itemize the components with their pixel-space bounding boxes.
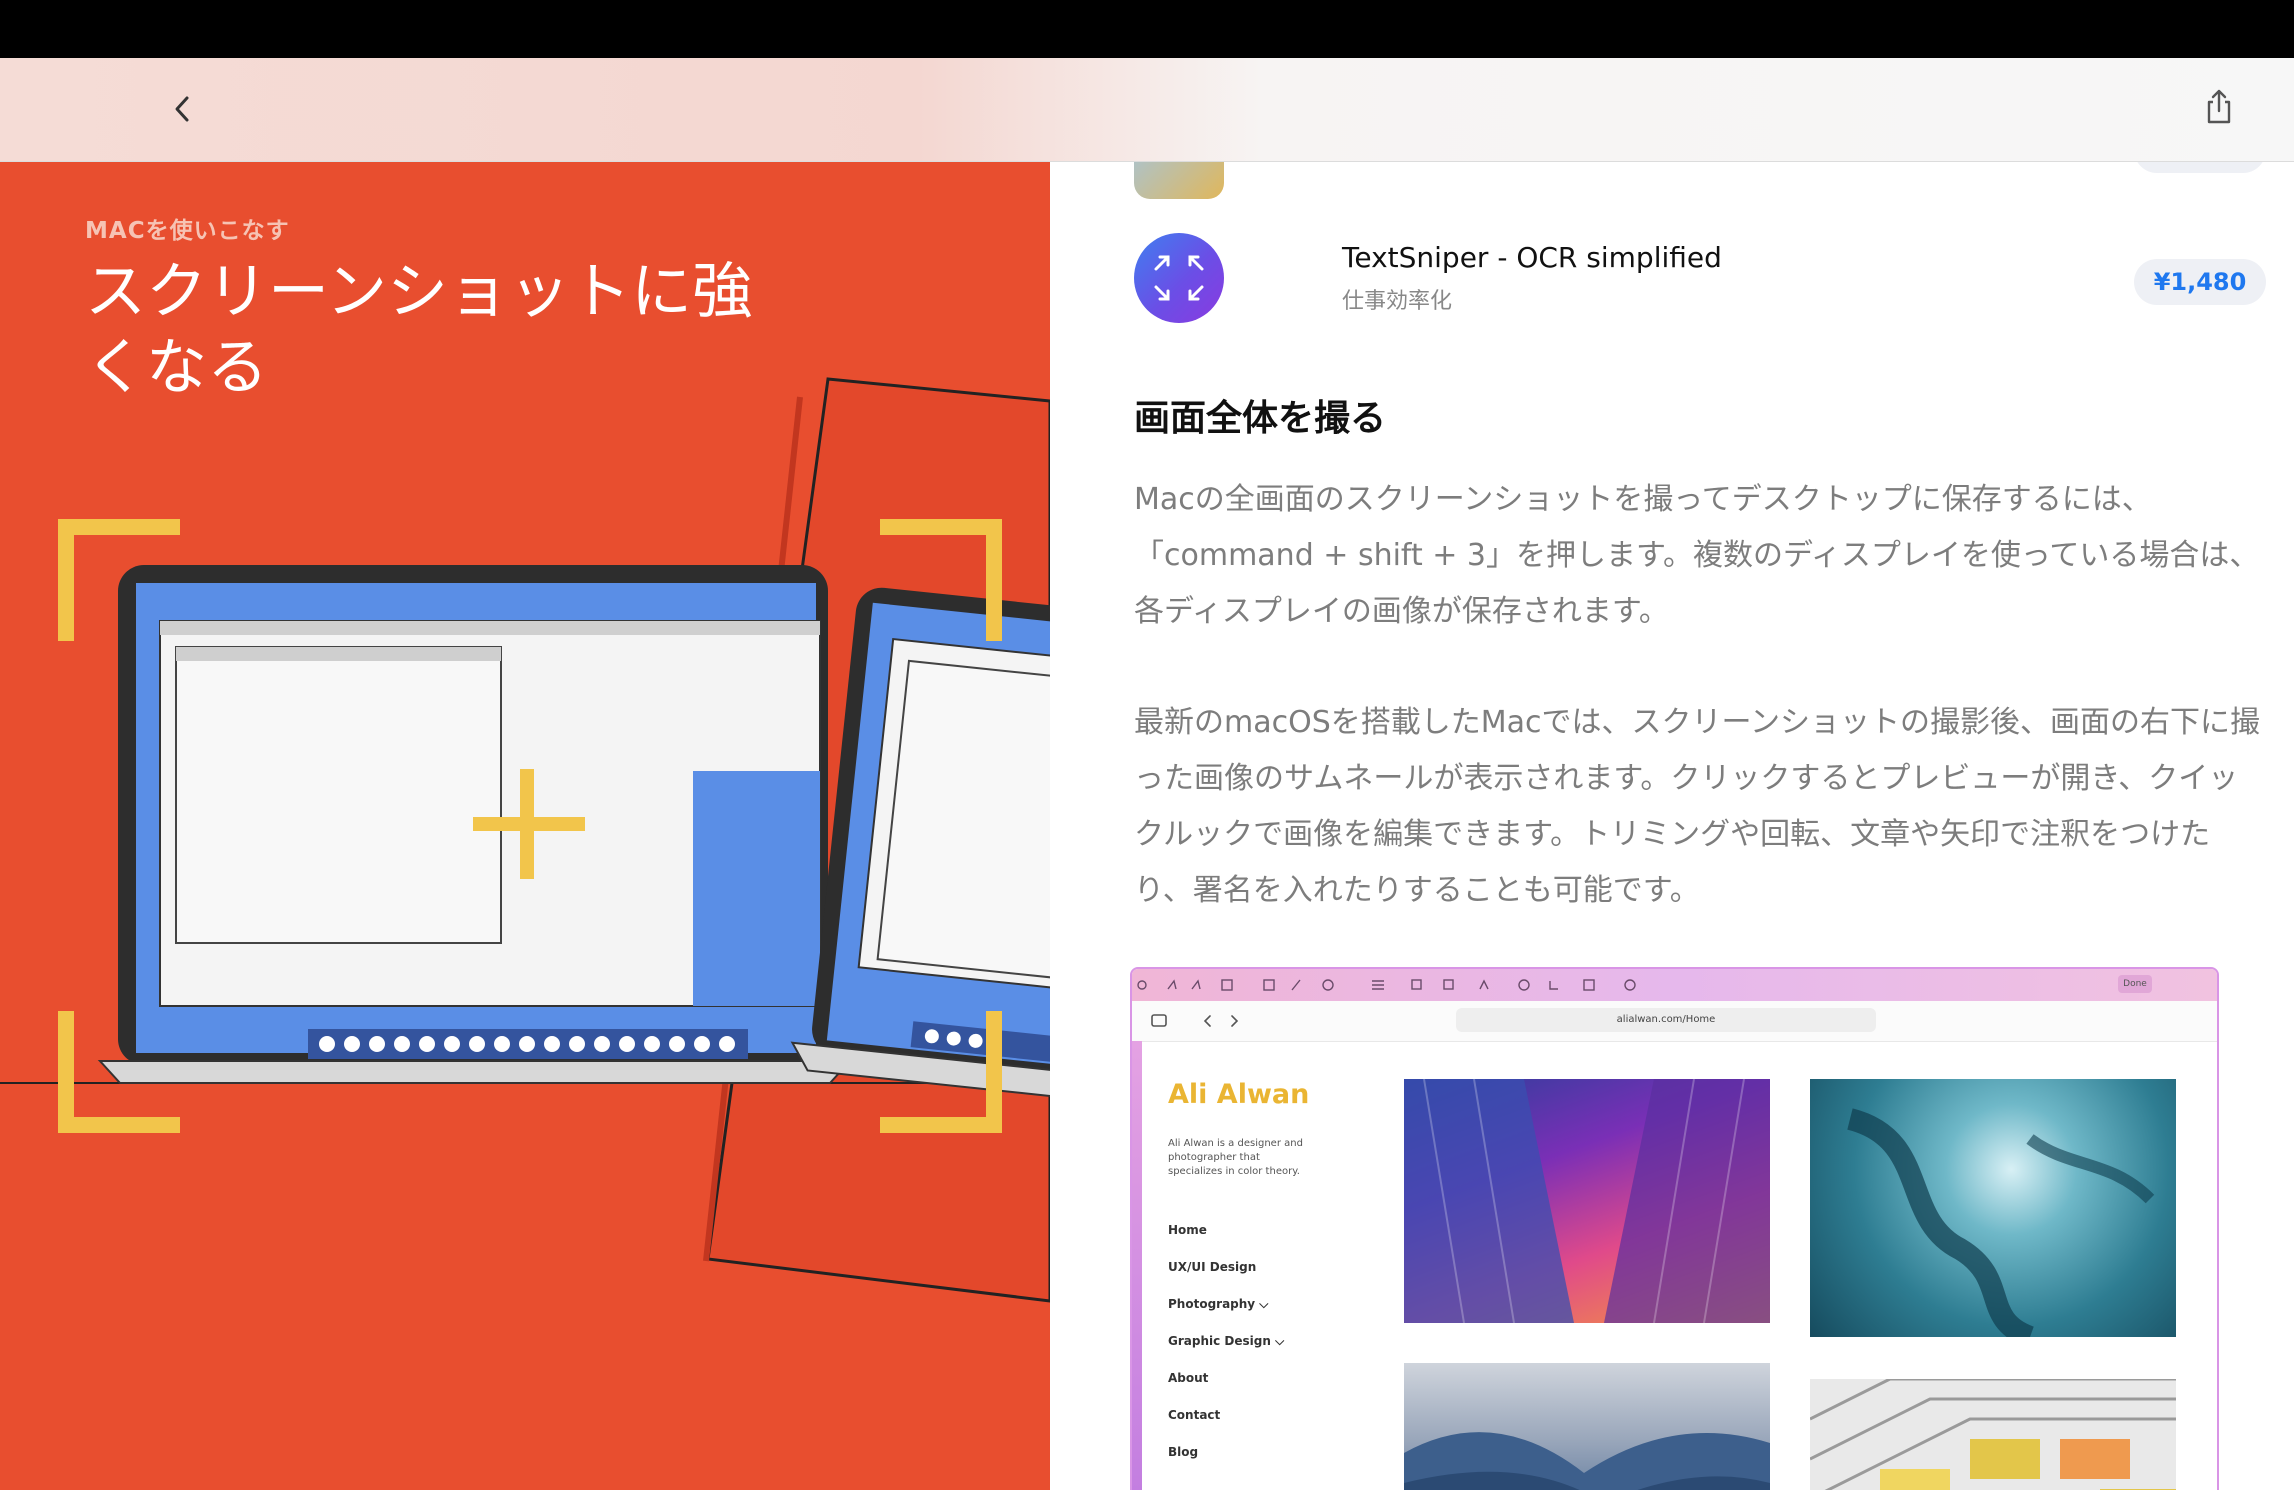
markup-tools-icon xyxy=(1137,979,1636,991)
article-paragraph-2: 最新のmacOSを搭載したMacでは、スクリーンショットの撮影後、画面の右下に撮… xyxy=(1134,705,2261,908)
status-bar xyxy=(0,0,2294,58)
browser-nav-icon[interactable] xyxy=(1132,1001,1252,1041)
hero-panel: MACを使いこなす スクリーンショットに強くなる xyxy=(0,161,1050,1490)
article-content: TextSniper - OCR simplified 仕事効率化 ¥1,480… xyxy=(1050,161,2294,1490)
window-edge xyxy=(1132,1041,1142,1490)
back-button[interactable] xyxy=(160,86,206,132)
app-category: 仕事効率化 xyxy=(1342,289,1453,314)
site-nav-blog[interactable]: Blog xyxy=(1168,1445,1198,1459)
url-field[interactable]: alialwan.com/Home xyxy=(1456,1008,1876,1032)
app-icon xyxy=(1134,161,1224,199)
navigation-bar xyxy=(0,58,2294,162)
app-list-item[interactable]: TextSniper - OCR simplified 仕事効率化 ¥1,480 xyxy=(1134,233,2266,333)
photo-balconies[interactable] xyxy=(1810,1379,2176,1490)
site-bio: Ali Alwan is a designer and photographer… xyxy=(1168,1138,1303,1177)
hero-title: スクリーンショットに強くなる xyxy=(85,256,753,403)
site-nav-photography[interactable]: Photography ⌵ xyxy=(1168,1297,1268,1312)
app-list-item-partial[interactable] xyxy=(1134,161,2266,209)
site-nav-home[interactable]: Home xyxy=(1168,1223,1207,1237)
section-heading: 画面全体を撮る xyxy=(1134,398,1387,439)
site-nav-contact[interactable]: Contact xyxy=(1168,1408,1220,1422)
markup-toolbar: Done xyxy=(1132,969,2217,1001)
price-button[interactable]: ¥1,480 xyxy=(2134,259,2266,305)
example-screenshot: Done alialwan.com/Home Ali Alwan Ali Alw… xyxy=(1130,967,2219,1490)
textsniper-icon xyxy=(1134,233,1224,323)
site-nav-graphic-design[interactable]: Graphic Design ⌵ xyxy=(1168,1334,1284,1349)
share-icon xyxy=(2207,89,2231,124)
app-name: TextSniper - OCR simplified xyxy=(1342,241,1722,274)
browser-url-bar: alialwan.com/Home xyxy=(1132,1001,2217,1042)
hero-eyebrow: MACを使いこなす xyxy=(85,218,290,244)
article-paragraph-1: Macの全画面のスクリーンショットを撮ってデスクトップに保存するには、「comm… xyxy=(1134,482,2260,629)
done-button[interactable]: Done xyxy=(2118,975,2152,993)
site-nav-uxui[interactable]: UX/UI Design xyxy=(1168,1260,1256,1274)
photo-water[interactable] xyxy=(1810,1079,2176,1337)
photo-buildings[interactable] xyxy=(1404,1079,1770,1323)
site-nav-about[interactable]: About xyxy=(1168,1371,1208,1385)
site-title: Ali Alwan xyxy=(1168,1079,1310,1110)
chevron-left-icon xyxy=(175,96,189,122)
price-button-partial[interactable] xyxy=(2134,161,2266,173)
photo-mountains[interactable] xyxy=(1404,1363,1770,1490)
share-button[interactable] xyxy=(2196,84,2242,130)
